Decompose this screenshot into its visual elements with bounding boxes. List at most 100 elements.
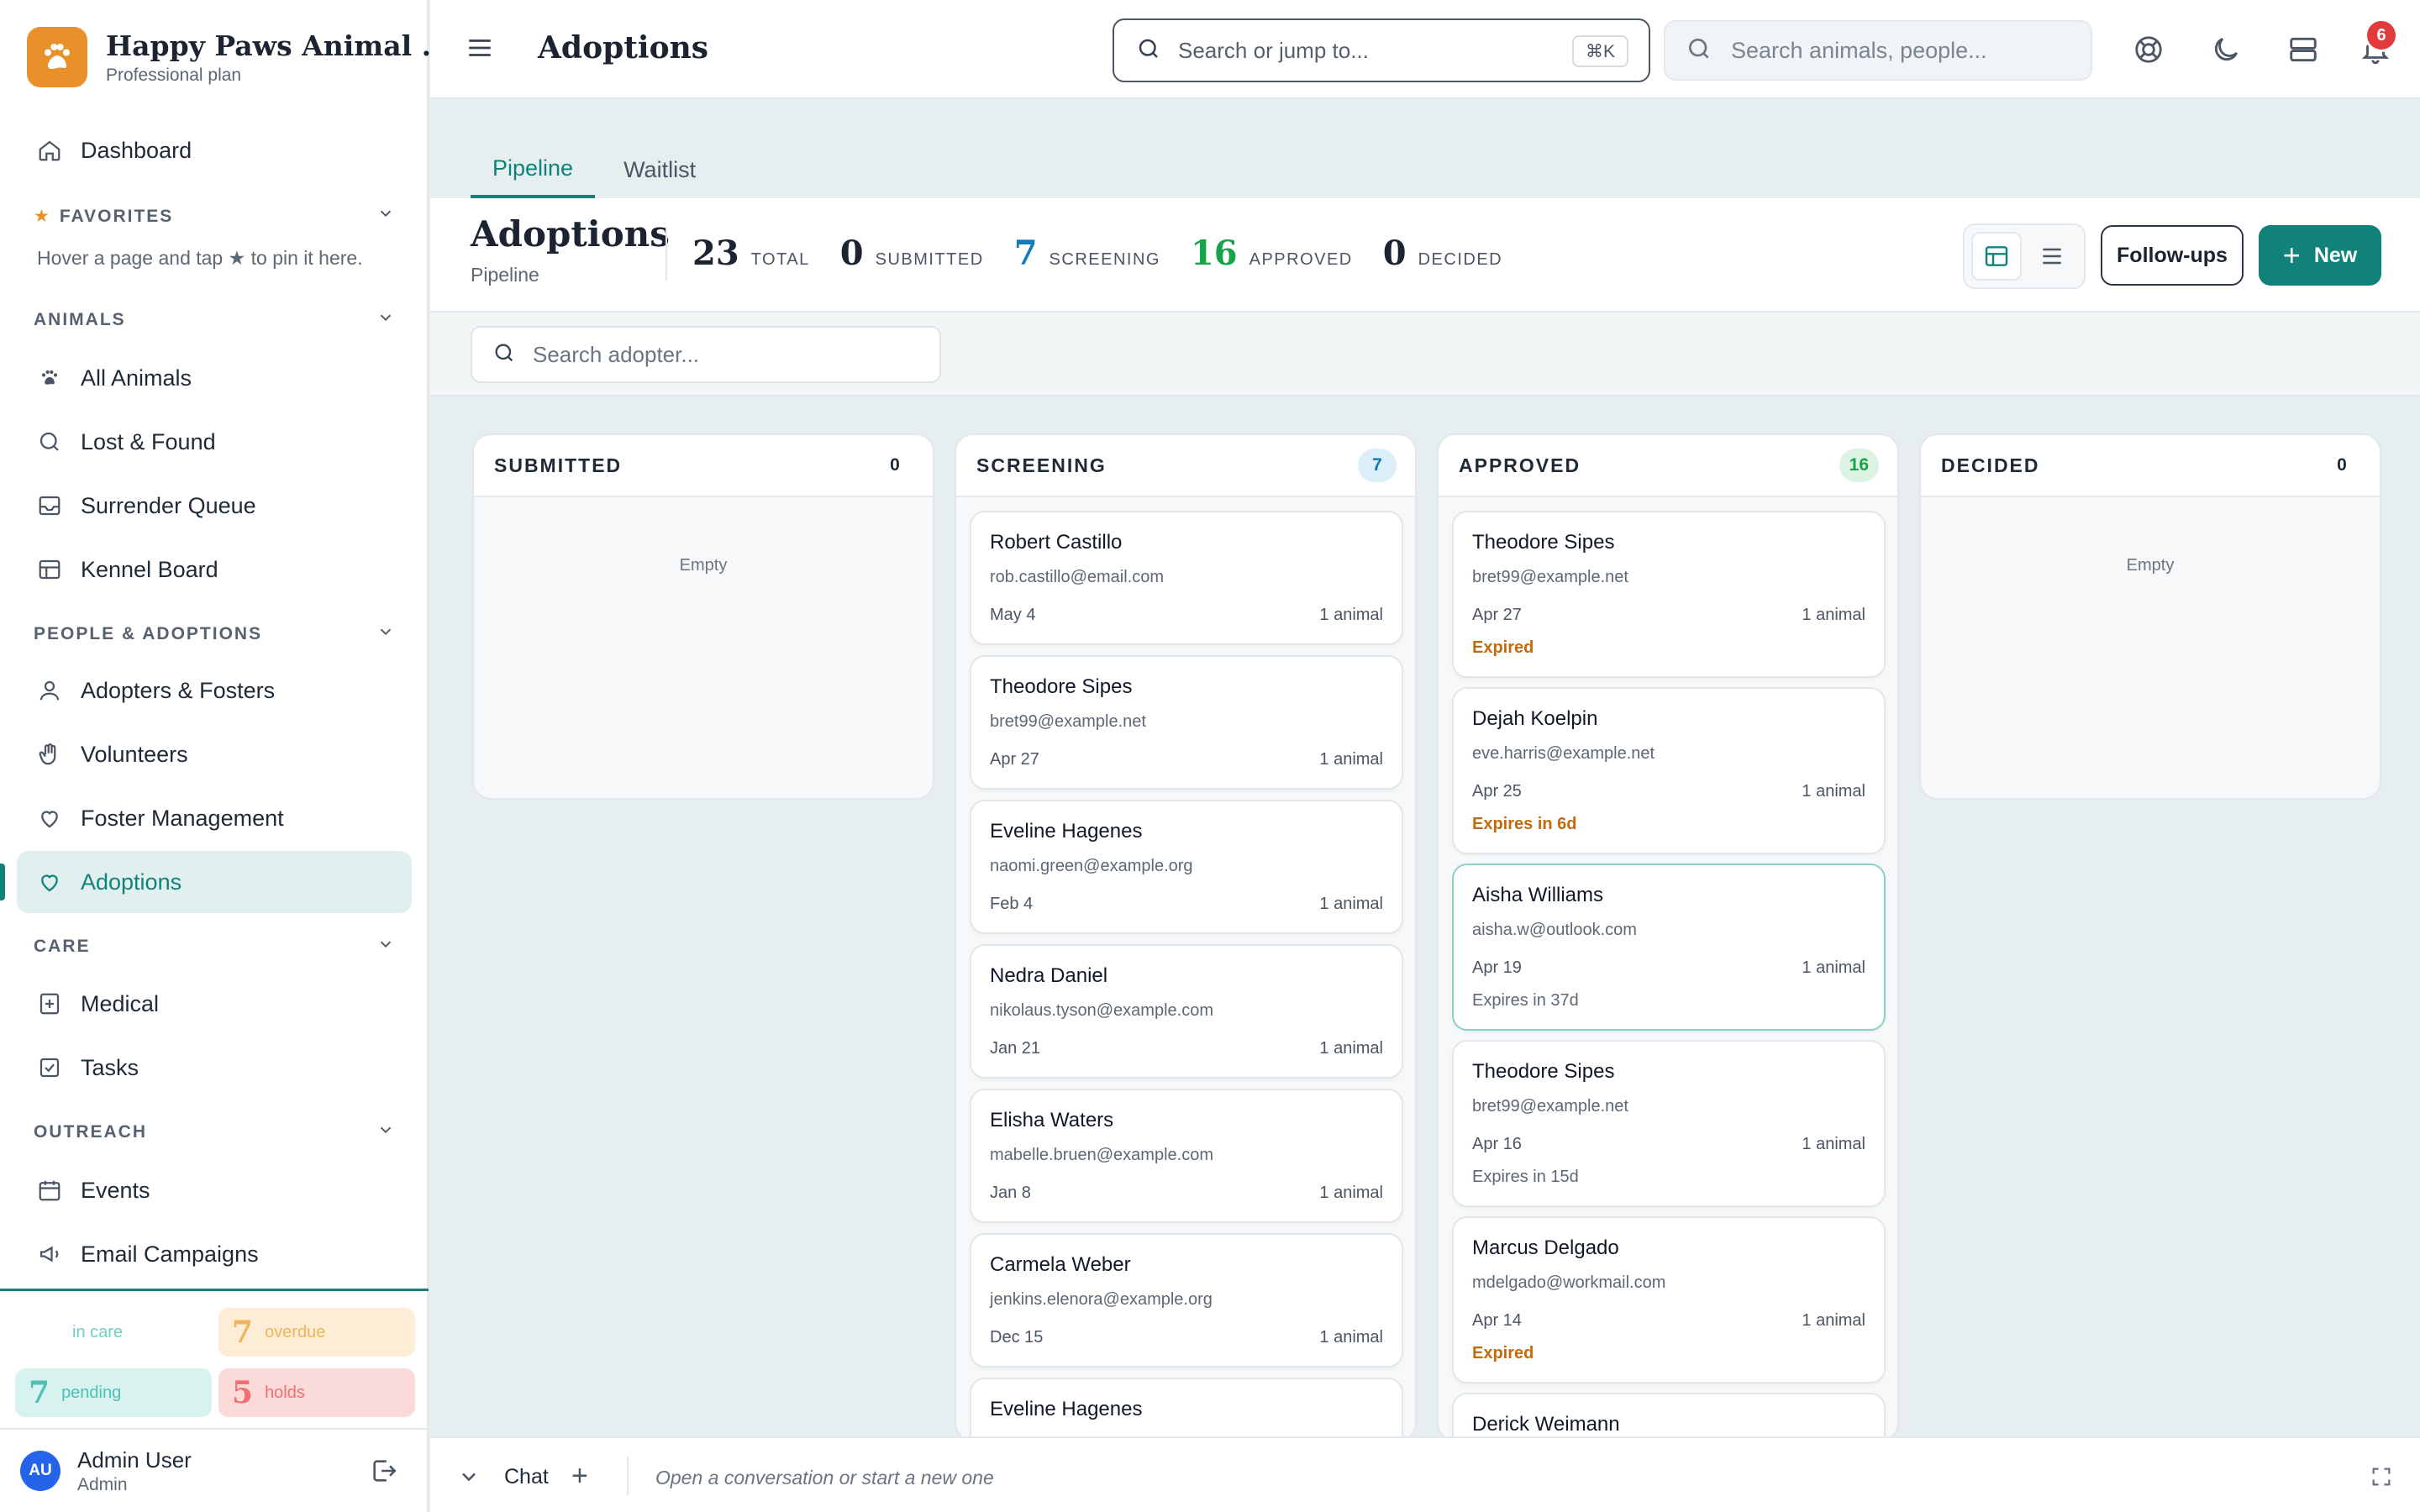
adoption-card[interactable]: Marcus Delgado mdelgado@workmail.com Apr 1… (1452, 1216, 1886, 1383)
sidebar-item-dashboard[interactable]: Dashboard (17, 119, 412, 181)
column-title: APPROVED (1459, 454, 1581, 476)
adopter-email: bret99@example.net (990, 712, 1146, 731)
list-view-button[interactable] (2027, 232, 2077, 281)
stat-overdue[interactable]: 7 overdue (218, 1308, 415, 1357)
animal-count: 1 animal (1802, 606, 1865, 624)
adoption-card[interactable]: Robert Castillo rob.castillo@email.com May… (970, 511, 1403, 645)
stat-label: pending (61, 1383, 122, 1402)
count-label: APPROVED (1249, 250, 1353, 269)
application-date: Apr 25 (1472, 782, 1522, 801)
section-animals[interactable]: ANIMALS (34, 306, 395, 334)
sidebar-item-all-animals[interactable]: All Animals (17, 347, 412, 409)
chat-label[interactable]: Chat (504, 1465, 549, 1489)
empty-state: Empty (679, 556, 728, 575)
adopter-name: Nedra Daniel (990, 964, 1108, 987)
sidebar-item-adoptions[interactable]: Adoptions (17, 851, 412, 913)
page-title: Adoptions (538, 30, 709, 66)
adopter-email: mabelle.bruen@example.com (990, 1146, 1213, 1164)
adoption-card[interactable]: Theodore Sipes bret99@example.net Apr 16 1 … (1452, 1040, 1886, 1207)
help-icon[interactable] (2133, 34, 2165, 66)
jump-search-placeholder: Search or jump to... (1178, 37, 1369, 63)
user-icon (35, 676, 64, 705)
adopter-email: mdelgado@workmail.com (1472, 1273, 1666, 1292)
user-profile[interactable]: AU Admin User Admin (0, 1428, 429, 1512)
animal-count: 1 animal (1802, 958, 1865, 977)
adopter-name: Carmela Weber (990, 1253, 1131, 1276)
adoption-card[interactable]: Eveline Hagenes naomi.green@example.org Fe… (970, 800, 1403, 934)
moon-icon[interactable] (2210, 34, 2242, 66)
sidebar-item-label: Kennel Board (81, 556, 218, 582)
sidebar-item-medical[interactable]: Medical (17, 973, 412, 1035)
adopter-search-input[interactable]: Search adopter... (471, 326, 941, 383)
animal-count: 1 animal (1319, 606, 1383, 624)
sidebar-item-email-campaigns[interactable]: Email Campaigns (17, 1223, 412, 1285)
stat-pending[interactable]: 7 pending (15, 1368, 212, 1417)
layout-icon[interactable] (2287, 34, 2319, 66)
adopter-name: Dejah Koelpin (1472, 707, 1598, 730)
animal-count: 1 animal (1802, 782, 1865, 801)
count-number: 7 (1013, 234, 1038, 273)
tab-waitlist[interactable]: Waitlist (602, 141, 718, 198)
adoption-card[interactable]: Theodore Sipes bret99@example.net Apr 27 1 … (1452, 511, 1886, 678)
section-people-adoptions[interactable]: PEOPLE & ADOPTIONS (34, 620, 395, 648)
stat-holds[interactable]: 5 holds (218, 1368, 415, 1417)
adoption-card[interactable]: Derick Weimann (1452, 1393, 1886, 1440)
sidebar-item-label: Surrender Queue (81, 492, 256, 518)
animal-count: 1 animal (1319, 1039, 1383, 1058)
divider (666, 227, 667, 281)
sidebar-item-volunteers[interactable]: Volunteers (17, 723, 412, 785)
status-text: Expires in 37d (1472, 991, 1579, 1010)
checkbox-icon (35, 1053, 64, 1082)
adoption-card[interactable]: Carmela Weber jenkins.elenora@example.org… (970, 1233, 1403, 1368)
sidebar-item-label: All Animals (81, 365, 192, 391)
jump-search-input[interactable]: Search or jump to... ⌘K (1113, 18, 1650, 82)
menu-icon[interactable] (466, 34, 494, 62)
sidebar-item-kennel-board[interactable]: Kennel Board (17, 538, 412, 601)
sidebar-item-label: Lost & Found (81, 428, 216, 454)
pipeline-counts: 23 TOTAL 0 SUBMITTED 7 SCREENING 16 APPROVED 0 DE… (692, 234, 1533, 273)
board-view-button[interactable] (1971, 232, 2022, 281)
column-title: SCREENING (976, 454, 1107, 476)
tab-pipeline[interactable]: Pipeline (471, 141, 596, 198)
section-favorites[interactable]: ★ FAVORITES (34, 202, 395, 230)
chevron-down-icon[interactable] (457, 1465, 481, 1488)
hand-icon (35, 740, 64, 769)
topbar: Adoptions Search or jump to... ⌘K Search… (430, 0, 2420, 99)
sidebar-item-adopters-fosters[interactable]: Adopters & Fosters (17, 659, 412, 722)
section-title: PEOPLE & ADOPTIONS (34, 624, 263, 643)
active-indicator (0, 864, 5, 900)
column-title: SUBMITTED (494, 454, 623, 476)
brand[interactable]: Happy Paws Animal ... Professional plan (27, 25, 450, 89)
section-care[interactable]: CARE (34, 932, 395, 961)
count-number: 0 (839, 234, 864, 273)
expand-icon[interactable] (2370, 1465, 2393, 1488)
section-outreach[interactable]: OUTREACH (34, 1118, 395, 1147)
sidebar-item-lost-found[interactable]: Lost & Found (17, 411, 412, 473)
follow-ups-button[interactable]: Follow-ups (2101, 225, 2244, 286)
adoption-card[interactable]: Elisha Waters mabelle.bruen@example.com Ja… (970, 1089, 1403, 1223)
new-chat-plus-icon[interactable]: + (571, 1462, 588, 1490)
adoption-card[interactable]: Theodore Sipes bret99@example.net Apr 27 1 … (970, 655, 1403, 790)
column-count: 0 (890, 455, 900, 475)
stat-label: in care (72, 1322, 124, 1341)
adopter-email: rob.castillo@email.com (990, 568, 1165, 586)
search-icon (1136, 36, 1161, 66)
adoption-card[interactable]: Eveline Hagenes (970, 1378, 1403, 1440)
logout-icon[interactable] (370, 1457, 400, 1487)
new-adoption-button[interactable]: + New (2259, 225, 2381, 286)
sidebar-item-foster-management[interactable]: Foster Management (17, 787, 412, 849)
count-screening: 7 SCREENING (1014, 234, 1160, 273)
chat-hint[interactable]: Open a conversation or start a new one (655, 1467, 994, 1489)
count-label: SCREENING (1049, 250, 1160, 269)
adoption-card[interactable]: Aisha Williams aisha.w@outlook.com Apr 19 1… (1452, 864, 1886, 1031)
search-icon (1686, 35, 1712, 66)
count-number: 16 (1190, 234, 1238, 273)
sidebar-item-surrender-queue[interactable]: Surrender Queue (17, 475, 412, 537)
adoption-card[interactable]: Dejah Koelpin eve.harris@example.net Apr 2… (1452, 687, 1886, 854)
global-search-input[interactable]: Search animals, people... (1664, 20, 2092, 81)
animal-count: 1 animal (1802, 1311, 1865, 1330)
stat-in-care[interactable]: in care (15, 1308, 212, 1357)
sidebar-item-tasks[interactable]: Tasks (17, 1037, 412, 1099)
adoption-card[interactable]: Nedra Daniel nikolaus.tyson@example.com Ja… (970, 944, 1403, 1079)
sidebar-item-events[interactable]: Events (17, 1159, 412, 1221)
